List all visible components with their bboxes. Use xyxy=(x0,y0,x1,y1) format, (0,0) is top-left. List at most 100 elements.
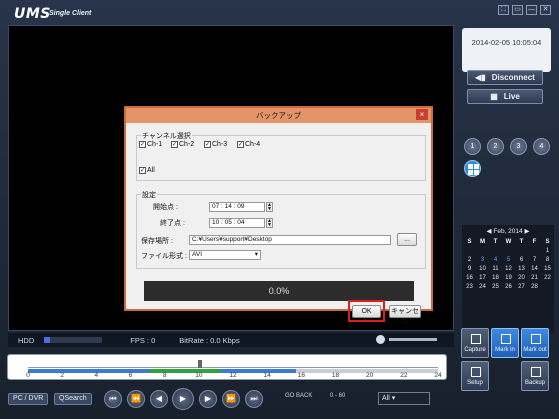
ums-window: UMS Single Client ⛶ ▭ — ✕ HDD FPS : 0 Bi… xyxy=(0,0,559,419)
timeline-tick-label: 14 xyxy=(263,372,271,379)
calendar-day[interactable]: 22 xyxy=(541,275,554,281)
calendar-day[interactable]: 16 xyxy=(463,275,476,281)
speed-button[interactable]: 0 - 60 xyxy=(330,393,345,399)
calendar-day[interactable]: 5 xyxy=(502,257,515,263)
frame-back-icon[interactable]: ◀ xyxy=(150,390,168,408)
calendar-day[interactable]: 25 xyxy=(489,284,502,290)
channel-select[interactable]: All ▾ xyxy=(378,392,430,405)
restore-icon[interactable]: ▭ xyxy=(512,5,523,15)
calendar-day[interactable]: 20 xyxy=(515,275,528,281)
mark-out-label: Mark out xyxy=(523,347,547,353)
disconnect-button[interactable]: ◀▮ Disconnect xyxy=(467,70,543,85)
ch4-checkbox[interactable]: ✓ Ch-4 xyxy=(237,141,260,148)
calendar-day[interactable]: 10 xyxy=(476,266,489,272)
calendar-day[interactable]: 8 xyxy=(541,257,554,263)
start-time-spinner[interactable]: ▲ ▼ xyxy=(266,202,273,212)
channel-2-button[interactable]: 2 xyxy=(487,138,504,155)
timeline-tick-label: 12 xyxy=(229,372,237,379)
skip-end-icon[interactable]: ⏭ xyxy=(245,390,263,408)
calendar-day[interactable]: 27 xyxy=(515,284,528,290)
step-forward-icon[interactable]: ⏩ xyxy=(222,390,240,408)
calendar-weekday: S xyxy=(467,239,472,245)
go-back-button[interactable]: GO BACK xyxy=(285,393,312,399)
cancel-button[interactable]: キャンセル xyxy=(389,305,421,326)
calendar-header: ◀ Feb, 2014 ▶ xyxy=(486,228,530,235)
minimize-icon[interactable]: — xyxy=(526,5,537,15)
fullscreen-icon[interactable]: ⛶ xyxy=(498,5,509,15)
calendar-day[interactable]: 1 xyxy=(541,248,554,254)
mark-in-label: Mark in xyxy=(495,347,515,353)
calendar-day xyxy=(541,284,554,290)
setup-icon xyxy=(471,367,481,377)
skip-start-icon[interactable]: ⏮ xyxy=(104,390,122,408)
calendar-day[interactable]: 11 xyxy=(489,266,502,272)
calendar-day[interactable]: 12 xyxy=(502,266,515,272)
volume-slider[interactable] xyxy=(389,338,437,341)
capture-label: Capture xyxy=(464,347,486,353)
hdd-usage-bar xyxy=(44,337,103,343)
ch1-checkbox[interactable]: ✓ Ch-1 xyxy=(139,141,162,148)
quad-view-icon[interactable] xyxy=(464,160,481,177)
all-label: All xyxy=(147,167,155,174)
ch3-label: Ch-3 xyxy=(212,141,228,148)
backup-button[interactable]: Backup xyxy=(521,361,549,391)
calendar-day[interactable]: 7 xyxy=(528,257,541,263)
mark-out-button[interactable]: Mark out xyxy=(521,328,549,358)
calendar-day[interactable]: 24 xyxy=(476,284,489,290)
all-checkbox[interactable]: ✓ All xyxy=(139,167,155,174)
calendar-day xyxy=(502,248,515,254)
calendar-day[interactable]: 26 xyxy=(502,284,515,290)
channel-1-button[interactable]: 1 xyxy=(464,138,481,155)
file-format-select[interactable]: AVI ▾ xyxy=(189,250,261,260)
step-back-icon[interactable]: ⏪ xyxy=(127,390,145,408)
timeline-cursor[interactable] xyxy=(198,360,202,368)
channel-3-button[interactable]: 3 xyxy=(510,138,527,155)
capture-button[interactable]: Capture xyxy=(461,328,489,358)
end-time-spinner[interactable]: ▲ ▼ xyxy=(266,218,273,228)
backup-icon xyxy=(531,367,541,377)
calendar-day[interactable]: 21 xyxy=(528,275,541,281)
browse-button[interactable]: ... xyxy=(397,233,417,246)
ch2-checkbox[interactable]: ✓ Ch-2 xyxy=(171,141,194,148)
setup-label: Setup xyxy=(467,380,483,386)
end-time-input[interactable]: 10 : 05 : 04 xyxy=(209,218,265,228)
dialog-close-icon[interactable]: × xyxy=(416,109,428,120)
calendar-day[interactable]: 17 xyxy=(476,275,489,281)
mark-in-button[interactable]: Mark in xyxy=(491,328,519,358)
timeline-tick-label: 22 xyxy=(400,372,408,379)
timeline-tick-label: 20 xyxy=(366,372,374,379)
ok-button[interactable]: OK xyxy=(352,305,381,318)
playback-timeline[interactable]: 0 2 4 6 8 10 12 14 16 18 20 22 24 xyxy=(7,354,447,380)
calendar-day[interactable]: 9 xyxy=(463,266,476,272)
setup-button[interactable]: Setup xyxy=(461,361,489,391)
calendar-day[interactable]: 19 xyxy=(502,275,515,281)
channel-4-button[interactable]: 4 xyxy=(533,138,550,155)
save-location-input[interactable]: C:¥Users¥support¥Desktop xyxy=(189,235,391,245)
pc-dvr-button[interactable]: PC / DVR xyxy=(8,393,49,405)
volume-icon[interactable] xyxy=(376,335,385,344)
calendar-day[interactable]: 13 xyxy=(515,266,528,272)
start-time-input[interactable]: 07 : 14 : 09 xyxy=(209,202,265,212)
timeline-baseline xyxy=(28,367,438,368)
live-button[interactable]: ▦ Live xyxy=(467,89,543,104)
ch3-checkbox[interactable]: ✓ Ch-3 xyxy=(204,141,227,148)
timeline-tick-label: 0 xyxy=(26,372,30,379)
calendar-day[interactable]: 2 xyxy=(463,257,476,263)
calendar-day[interactable]: 15 xyxy=(541,266,554,272)
calendar-weekday: T xyxy=(519,239,524,245)
calendar-day[interactable]: 4 xyxy=(489,257,502,263)
qsearch-button[interactable]: QSearch xyxy=(54,393,92,405)
play-icon[interactable]: ▶ xyxy=(172,388,194,410)
calendar-day[interactable]: 28 xyxy=(528,284,541,290)
mark-in-icon xyxy=(501,334,511,344)
calendar-day[interactable]: 3 xyxy=(476,257,489,263)
playback-controls: PC / DVR QSearch ⏮ ⏪ ◀ ▶ ▶ ⏩ ⏭ GO BACK 0… xyxy=(0,388,459,411)
close-icon[interactable]: ✕ xyxy=(540,5,551,15)
calendar-day[interactable]: 6 xyxy=(515,257,528,263)
calendar-day[interactable]: 18 xyxy=(489,275,502,281)
calendar-weekday: S xyxy=(545,239,550,245)
backup-label: Backup xyxy=(524,380,545,386)
frame-forward-icon[interactable]: ▶ xyxy=(199,390,217,408)
calendar-day[interactable]: 14 xyxy=(528,266,541,272)
calendar-day[interactable]: 23 xyxy=(463,284,476,290)
